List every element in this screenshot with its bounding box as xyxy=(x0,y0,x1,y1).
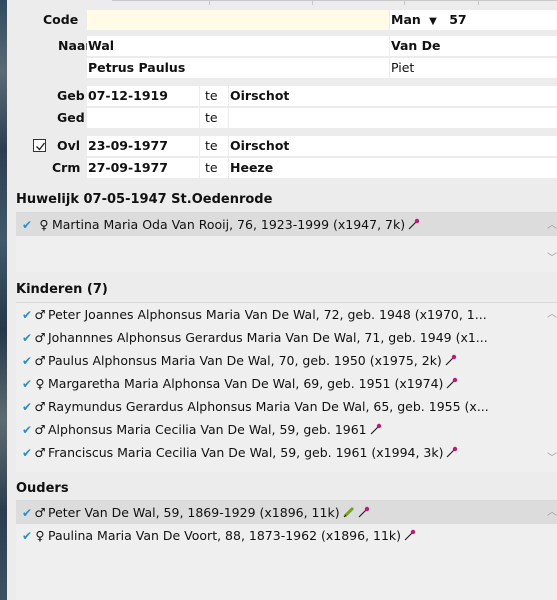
list-item[interactable]: ✔ ♀ Margaretha Maria Alphonsa Van De Wal, … xyxy=(16,372,557,395)
list-item[interactable]: ✔ ♂ Peter Joannes Alphonsus Maria Van De W… xyxy=(16,303,557,326)
pin-icon[interactable] xyxy=(408,218,420,230)
chevron-down-icon[interactable]: ✔ xyxy=(22,502,34,524)
pin-icon[interactable] xyxy=(445,354,457,366)
person-panel: Code Man ▼ 57 Naam Wal Van De Petrus Pau… xyxy=(7,0,557,600)
pin-icon[interactable] xyxy=(446,446,458,458)
scroll-up-icon[interactable]: ︿ xyxy=(547,221,557,231)
kinderen-title[interactable]: Kinderen (7) xyxy=(16,282,108,297)
parent-text: Paulina Maria Van De Voort, 88, 1873-196… xyxy=(48,528,402,543)
list-item[interactable]: ✔ ♂ Paulus Alphonsus Maria Van De Wal, 70,… xyxy=(16,349,557,372)
ovl-label: Ovl xyxy=(57,138,81,153)
chevron-down-icon[interactable]: ✔ xyxy=(22,419,34,441)
kinderen-list: ✔ ♂ Peter Joannes Alphonsus Maria Van De W… xyxy=(16,302,557,472)
male-icon: ♂ xyxy=(34,505,46,520)
scroll-up-icon[interactable]: ︿ xyxy=(547,508,557,518)
female-icon: ♀ xyxy=(35,376,45,391)
parent-text: Peter Van De Wal, 59, 1869-1929 (x1896, … xyxy=(48,505,340,520)
ged-date-field[interactable] xyxy=(87,108,199,128)
pin-icon[interactable] xyxy=(358,506,370,518)
given-names-value: Petrus Paulus xyxy=(88,60,186,75)
male-icon: ♂ xyxy=(34,422,46,437)
spouse-text: Martina Maria Oda Van Rooij, 76, 1923-19… xyxy=(51,217,406,232)
ovl-te-label: te xyxy=(200,136,228,156)
header-divider xyxy=(112,0,557,5)
kinderen-scrollbar[interactable]: ︿ ﹀ xyxy=(543,303,557,473)
list-item[interactable]: ✔ ♂ Franciscus Maria Cecilia Van De Wal, 5… xyxy=(16,441,557,464)
gender-select[interactable]: Man ▼ 57 xyxy=(390,10,557,30)
male-icon: ♂ xyxy=(34,399,46,414)
list-item[interactable]: ✔ ♀ Paulina Maria Van De Voort, 88, 1873-1… xyxy=(16,524,557,547)
child-text: Franciscus Maria Cecilia Van De Wal, 59,… xyxy=(48,445,444,460)
huwelijk-title[interactable]: Huwelijk 07-05-1947 St.Oedenrode xyxy=(16,192,272,207)
list-item[interactable]: ✔ ♂ Alphonsus Maria Cecilia Van De Wal, 59… xyxy=(16,418,557,441)
female-icon: ♀ xyxy=(39,217,49,232)
ouders-title[interactable]: Ouders xyxy=(16,481,69,496)
gender-value: Man xyxy=(391,12,421,27)
chevron-down-icon[interactable]: ✔ xyxy=(22,327,34,349)
surname-field[interactable]: Wal xyxy=(87,36,389,56)
child-text: Paulus Alphonsus Maria Van De Wal, 70, g… xyxy=(48,353,442,368)
given-names-field[interactable]: Petrus Paulus xyxy=(87,58,389,78)
ouders-list: ✔ ♂ Peter Van De Wal, 59, 1869-1929 (x1896… xyxy=(16,500,557,600)
scroll-down-icon[interactable]: ﹀ xyxy=(547,454,557,464)
child-text: Raymundus Gerardus Alphonsus Maria Van D… xyxy=(48,399,489,414)
nickname-field[interactable]: Piet xyxy=(390,58,557,78)
child-text: Peter Joannes Alphonsus Maria Van De Wal… xyxy=(48,307,487,322)
huwelijk-list: ✔ ♀ Martina Maria Oda Van Rooij, 76, 1923… xyxy=(16,212,557,272)
pencil-icon[interactable] xyxy=(343,506,355,518)
scroll-down-icon[interactable]: ﹀ xyxy=(547,254,557,264)
chevron-down-icon[interactable]: ✔ xyxy=(22,442,34,464)
ovl-place-field[interactable]: Oirschot xyxy=(229,136,557,156)
ovl-date-field[interactable]: 23-09-1977 xyxy=(87,136,199,156)
male-icon: ♂ xyxy=(34,353,46,368)
crm-place-field[interactable]: Heeze xyxy=(229,158,557,178)
list-item[interactable]: ✔ ♀ Martina Maria Oda Van Rooij, 76, 1923… xyxy=(16,213,557,236)
age-value: 57 xyxy=(449,12,467,27)
geb-te-label: te xyxy=(200,86,228,106)
list-item[interactable]: ✔ ♂ Peter Van De Wal, 59, 1869-1929 (x1896… xyxy=(16,501,557,524)
list-item[interactable]: ✔ ♂ Johannnes Alphonsus Gerardus Maria Van… xyxy=(16,326,557,349)
scroll-up-icon[interactable]: ︿ xyxy=(547,310,557,320)
chevron-down-icon[interactable]: ✔ xyxy=(22,396,34,418)
code-label: Code xyxy=(43,12,79,27)
ged-place-field[interactable] xyxy=(229,108,557,128)
male-icon: ♂ xyxy=(34,307,46,322)
chevron-down-icon: ▼ xyxy=(429,16,437,27)
geb-place-field[interactable]: Oirschot xyxy=(229,86,557,106)
huwelijk-scrollbar[interactable]: ︿ ﹀ xyxy=(543,213,557,273)
check-icon xyxy=(36,142,46,151)
child-text: Margaretha Maria Alphonsa Van De Wal, 69… xyxy=(48,376,444,391)
chevron-down-icon[interactable]: ✔ xyxy=(22,373,34,395)
female-icon: ♀ xyxy=(35,528,45,543)
child-text: Alphonsus Maria Cecilia Van De Wal, 59, … xyxy=(48,422,367,437)
pin-icon[interactable] xyxy=(404,529,416,541)
code-field[interactable] xyxy=(87,10,389,30)
male-icon: ♂ xyxy=(34,445,46,460)
list-item[interactable]: ✔ ♂ Raymundus Gerardus Alphonsus Maria Van… xyxy=(16,395,557,418)
ged-label: Ged xyxy=(57,110,85,125)
child-text: Johannnes Alphonsus Gerardus Maria Van D… xyxy=(48,330,488,345)
crm-date-field[interactable]: 27-09-1977 xyxy=(87,158,199,178)
ouders-scrollbar[interactable]: ︿ xyxy=(543,501,557,600)
geb-label: Geb xyxy=(57,88,85,103)
crm-te-label: te xyxy=(200,158,228,178)
chevron-down-icon[interactable]: ✔ xyxy=(22,350,34,372)
ged-te-label: te xyxy=(200,108,228,128)
chevron-down-icon[interactable]: ✔ xyxy=(22,525,34,547)
ovl-checkbox[interactable] xyxy=(33,139,46,152)
pin-icon[interactable] xyxy=(446,377,458,389)
crm-label: Crm xyxy=(52,160,81,175)
chevron-down-icon[interactable]: ✔ xyxy=(22,304,34,326)
geb-date-field[interactable]: 07-12-1919 xyxy=(87,86,199,106)
chevron-down-icon[interactable]: ✔ xyxy=(22,214,34,236)
male-icon: ♂ xyxy=(34,330,46,345)
pin-icon[interactable] xyxy=(370,423,382,435)
prefix-field[interactable]: Van De xyxy=(390,36,557,56)
